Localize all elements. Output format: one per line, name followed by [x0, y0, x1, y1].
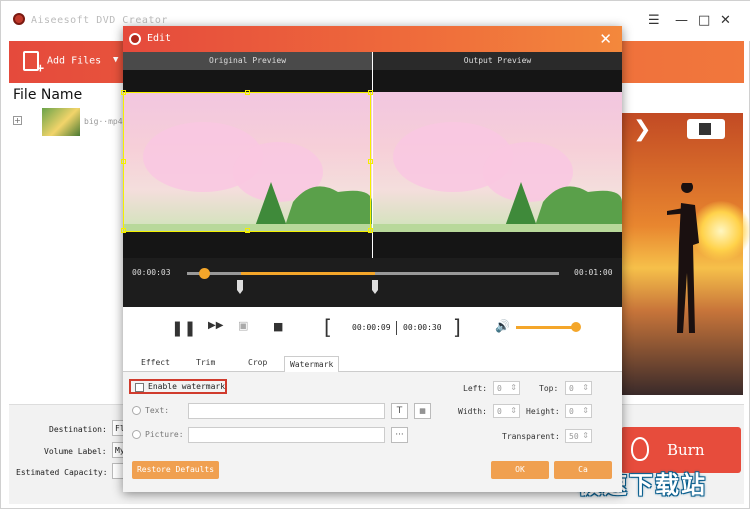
volume-icon[interactable]: 🔊	[495, 319, 510, 333]
text-format-button[interactable]: T	[391, 403, 408, 419]
add-file-icon	[23, 51, 44, 75]
minimize-button[interactable]: —	[675, 13, 688, 28]
file-thumbnail	[42, 108, 80, 136]
close-icon[interactable]: ✕	[599, 30, 612, 48]
next-frame-icon[interactable]: ▣	[238, 319, 248, 332]
top-spinbox[interactable]: 0	[565, 381, 592, 395]
height-label: Height:	[526, 407, 560, 416]
add-files-dropdown-icon[interactable]: ▼	[113, 55, 118, 65]
ok-button[interactable]: OK	[491, 461, 549, 479]
burn-icon	[631, 437, 649, 461]
dialog-logo-icon	[129, 33, 141, 45]
watermark-panel: Enable watermark Text: T ▦ Picture: ··· …	[123, 372, 622, 492]
width-spinbox[interactable]: 0	[493, 404, 520, 418]
edit-tabs: Effect Trim Crop Watermark	[123, 356, 622, 373]
pause-icon[interactable]: ❚❚	[171, 319, 196, 337]
next-arrow-icon[interactable]: ❯	[633, 117, 651, 142]
left-spinbox[interactable]: 0	[493, 381, 520, 395]
current-time: 00:00:03	[132, 268, 171, 277]
stop-icon[interactable]: ■	[273, 320, 283, 333]
edit-dialog-title: Edit	[147, 33, 172, 44]
tab-crop[interactable]: Crop	[248, 358, 267, 367]
close-button[interactable]: ✕	[720, 13, 731, 28]
text-radio[interactable]	[132, 406, 141, 415]
playhead-knob[interactable]	[199, 268, 210, 279]
total-time: 00:01:00	[574, 268, 613, 277]
enable-watermark-checkbox[interactable]	[135, 383, 144, 392]
clip-start-time: 00:00:09	[352, 323, 391, 332]
trees-graphic	[373, 182, 622, 232]
text-label: Text:	[145, 406, 170, 415]
maximize-button[interactable]: □	[698, 13, 710, 28]
left-label: Left:	[463, 384, 488, 393]
timeline-bar: 00:00:03 00:01:00	[123, 258, 622, 308]
menu-icon[interactable]: ☰	[648, 13, 660, 28]
tab-watermark[interactable]: Watermark	[284, 356, 340, 373]
playback-controls: ❚❚ ▶▶ ▣ ■ [ 00:00:09 00:00:30 ] 🔊	[123, 307, 622, 349]
restore-defaults-button[interactable]: Restore Defaults	[132, 461, 219, 479]
transparent-spinbox[interactable]: 50	[565, 429, 592, 443]
trim-start-marker[interactable]	[237, 280, 243, 294]
time-divider	[396, 321, 397, 335]
text-color-icon[interactable]: ▦	[414, 403, 431, 419]
picture-radio[interactable]	[132, 430, 141, 439]
cancel-button[interactable]: Ca	[554, 461, 612, 479]
width-label: Width:	[458, 407, 487, 416]
original-preview-header: Original Preview	[123, 52, 372, 70]
photographer-silhouette	[667, 183, 699, 333]
expand-icon[interactable]: +	[13, 116, 22, 125]
set-end-bracket-icon[interactable]: ]	[453, 315, 461, 339]
edit-menu-button[interactable]	[687, 119, 725, 139]
crop-selection-box[interactable]	[121, 90, 373, 233]
enable-watermark-label: Enable watermark	[148, 382, 226, 391]
trim-end-marker[interactable]	[372, 280, 378, 294]
estimated-capacity-label: Estimated Capacity:	[16, 468, 108, 477]
file-row[interactable]: + big··mp4	[9, 107, 127, 137]
forward-icon[interactable]: ▶▶	[208, 320, 223, 331]
burn-label: Burn	[667, 441, 705, 459]
watermark-text-input[interactable]	[188, 403, 385, 419]
menu-preview-image: ❯	[621, 113, 750, 395]
timeline-clip-range	[241, 272, 375, 275]
watermark-picture-input[interactable]	[188, 427, 385, 443]
edit-dialog: Edit ✕ Original Preview Output Preview 0…	[121, 26, 622, 492]
volume-label: Volume Label:	[44, 447, 107, 456]
timeline-track[interactable]	[187, 272, 559, 275]
volume-knob[interactable]	[571, 322, 581, 332]
top-label: Top:	[539, 384, 559, 393]
file-name-header: File Name	[13, 87, 83, 103]
file-name: big··mp4	[84, 117, 123, 126]
height-spinbox[interactable]: 0	[565, 404, 592, 418]
browse-picture-button[interactable]: ···	[391, 427, 408, 443]
output-preview-header: Output Preview	[373, 52, 622, 70]
app-title: Aiseesoft DVD Creator	[31, 15, 168, 26]
tab-trim[interactable]: Trim	[196, 358, 215, 367]
tab-effect[interactable]: Effect	[141, 358, 170, 367]
set-start-bracket-icon[interactable]: [	[324, 315, 332, 339]
picture-label: Picture:	[145, 430, 184, 439]
output-video-frame	[373, 92, 622, 232]
edit-dialog-header: Edit ✕	[123, 26, 622, 52]
destination-label: Destination:	[49, 425, 107, 434]
add-files-label: Add Files	[47, 55, 102, 67]
volume-slider[interactable]	[516, 326, 574, 329]
add-files-button[interactable]: Add Files	[23, 51, 102, 75]
transparent-label: Transparent:	[502, 432, 560, 441]
enable-watermark-toggle[interactable]: Enable watermark	[129, 379, 227, 394]
clip-end-time: 00:00:30	[403, 323, 442, 332]
app-logo-icon	[13, 13, 25, 25]
